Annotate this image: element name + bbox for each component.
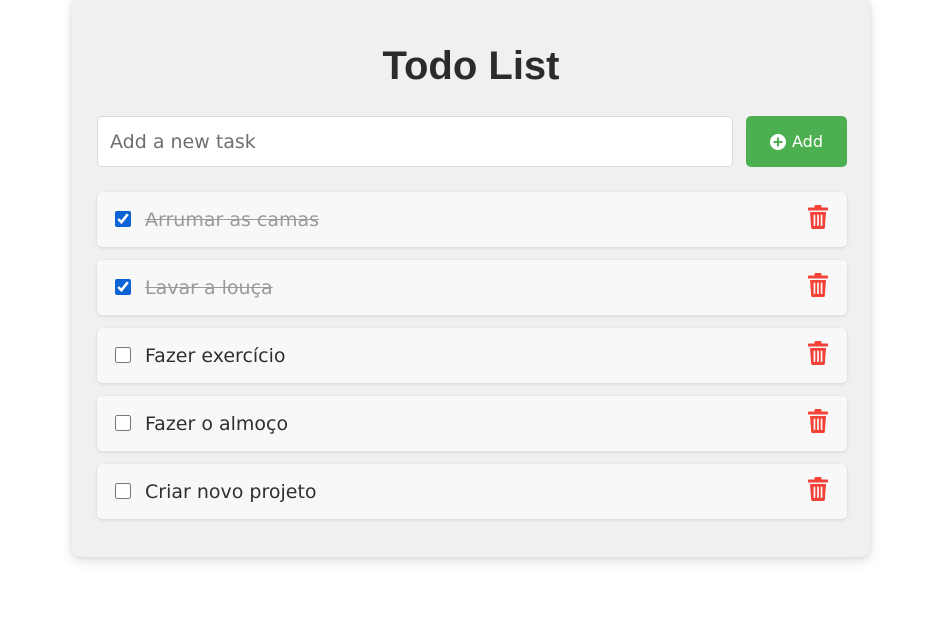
trash-icon xyxy=(808,341,828,365)
task-label: Lavar a louça xyxy=(145,277,273,299)
delete-task-button[interactable] xyxy=(805,273,831,299)
delete-task-button[interactable] xyxy=(805,477,831,503)
trash-icon xyxy=(808,205,828,229)
delete-task-button[interactable] xyxy=(805,409,831,435)
task-checkbox[interactable] xyxy=(115,211,131,227)
delete-task-button[interactable] xyxy=(805,205,831,231)
add-task-button[interactable]: Add xyxy=(746,116,847,167)
task-label: Criar novo projeto xyxy=(145,481,317,503)
trash-icon xyxy=(808,273,828,297)
task-label: Fazer exercício xyxy=(145,345,286,367)
task-item: Arrumar as camas xyxy=(97,192,847,247)
task-checkbox[interactable] xyxy=(115,279,131,295)
task-item: Fazer o almoço xyxy=(97,396,847,451)
task-checkbox[interactable] xyxy=(115,347,131,363)
task-item: Criar novo projeto xyxy=(97,464,847,519)
add-button-label: Add xyxy=(792,132,823,151)
task-label: Arrumar as camas xyxy=(145,209,320,231)
trash-icon xyxy=(808,409,828,433)
task-item: Fazer exercício xyxy=(97,328,847,383)
task-label: Fazer o almoço xyxy=(145,413,289,435)
new-task-input[interactable] xyxy=(97,116,733,167)
delete-task-button[interactable] xyxy=(805,341,831,367)
page-title: Todo List xyxy=(382,44,560,88)
task-item: Lavar a louça xyxy=(97,260,847,315)
trash-icon xyxy=(808,477,828,501)
todo-card: Todo List Add Arrumar as camas xyxy=(72,0,870,557)
task-list: Arrumar as camas Lavar a louça Fazer exe… xyxy=(97,192,847,532)
task-checkbox[interactable] xyxy=(115,415,131,431)
task-checkbox[interactable] xyxy=(115,483,131,499)
plus-circle-icon xyxy=(770,133,786,150)
